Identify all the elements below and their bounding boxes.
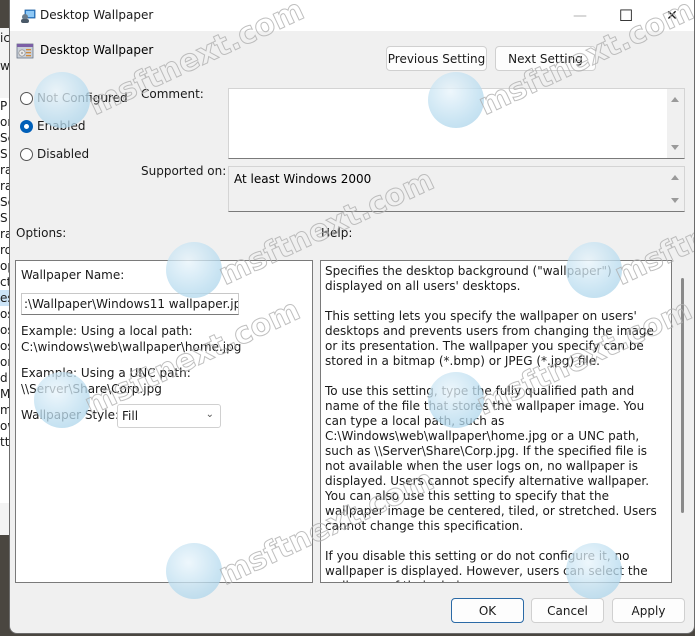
options-label: Options:: [16, 226, 67, 240]
maximize-button[interactable]: ☐: [603, 0, 649, 31]
comment-label: Comment:: [141, 87, 204, 101]
scroll-up-icon[interactable]: [671, 175, 679, 180]
example-local-path: C:\windows\web\wallpaper\home.jpg: [21, 340, 242, 354]
radio-not-configured[interactable]: Not Configured: [20, 91, 128, 105]
example-unc-path: \\Server\Share\Corp.jpg: [21, 382, 162, 396]
window-title: Desktop Wallpaper: [40, 8, 154, 22]
help-text: Specifies the desktop background ("wallp…: [325, 264, 667, 582]
background-tree-item: d: [0, 371, 8, 385]
wallpaper-name-label: Wallpaper Name:: [21, 268, 125, 282]
background-tree-item: S: [0, 147, 8, 161]
background-tree-item: S: [0, 211, 8, 225]
example-local-label: Example: Using a local path:: [21, 324, 193, 338]
next-setting-button[interactable]: Next Setting: [495, 46, 596, 71]
comment-scrollbar[interactable]: [667, 89, 684, 158]
radio-label: Enabled: [37, 119, 86, 133]
supported-on-label: Supported on:: [141, 164, 227, 178]
radio-label: Not Configured: [37, 91, 128, 105]
help-scrollbar[interactable]: [676, 260, 689, 583]
radio-enabled[interactable]: Enabled: [20, 119, 86, 133]
close-button[interactable]: ✕: [649, 0, 694, 31]
example-unc-label: Example: Using a UNC path:: [21, 366, 191, 380]
minimize-button[interactable]: —: [557, 0, 603, 31]
options-panel: Wallpaper Name: :\Wallpaper\Windows11 wa…: [15, 260, 313, 583]
minimize-icon: —: [573, 7, 587, 24]
radio-button[interactable]: [20, 119, 33, 133]
wallpaper-style-label: Wallpaper Style:: [21, 408, 120, 422]
help-label: Help:: [321, 226, 353, 240]
help-scrollbar-thumb[interactable]: [681, 278, 684, 513]
scroll-down-icon[interactable]: [671, 198, 679, 203]
policy-dialog: Desktop Wallpaper — ☐ ✕ Desktop Wallpape…: [9, 0, 695, 634]
help-paragraph: This setting lets you specify the wallpa…: [325, 309, 654, 368]
policy-setting-icon: [16, 43, 34, 59]
help-paragraph: Specifies the desktop background ("wallp…: [325, 264, 612, 293]
help-paragraph: If you disable this setting or do not co…: [325, 549, 648, 582]
cancel-button[interactable]: Cancel: [531, 598, 604, 623]
radio-disabled[interactable]: Disabled: [20, 147, 89, 161]
supported-on-value: At least Windows 2000: [234, 172, 372, 186]
background-tree-item: P: [0, 99, 8, 113]
title-bar: Desktop Wallpaper — ☐ ✕: [10, 0, 694, 31]
radio-button[interactable]: [20, 91, 33, 105]
maximize-icon: ☐: [618, 6, 634, 25]
wallpaper-name-input[interactable]: :\Wallpaper\Windows11 wallpaper.jpeg": [21, 293, 239, 315]
radio-button[interactable]: [20, 147, 33, 161]
supported-on-field: At least Windows 2000: [228, 166, 685, 212]
group-policy-icon: [21, 9, 36, 23]
previous-setting-button[interactable]: Previous Setting: [386, 46, 487, 71]
scroll-up-icon[interactable]: [671, 97, 679, 102]
scroll-down-icon[interactable]: [671, 145, 679, 150]
radio-label: Disabled: [37, 147, 90, 161]
close-icon: ✕: [666, 7, 678, 24]
help-paragraph: To use this setting, type the fully qual…: [325, 384, 657, 533]
apply-button[interactable]: Apply: [612, 598, 685, 623]
ok-button[interactable]: OK: [451, 598, 524, 623]
setting-name: Desktop Wallpaper: [40, 43, 154, 57]
comment-textarea[interactable]: [228, 88, 685, 159]
chevron-down-icon: ⌄: [205, 409, 214, 420]
help-panel: Specifies the desktop background ("wallp…: [320, 260, 672, 583]
wallpaper-style-value: Fill: [122, 409, 139, 423]
wallpaper-style-select[interactable]: Fill ⌄: [117, 404, 221, 428]
supported-scrollbar[interactable]: [667, 167, 684, 211]
